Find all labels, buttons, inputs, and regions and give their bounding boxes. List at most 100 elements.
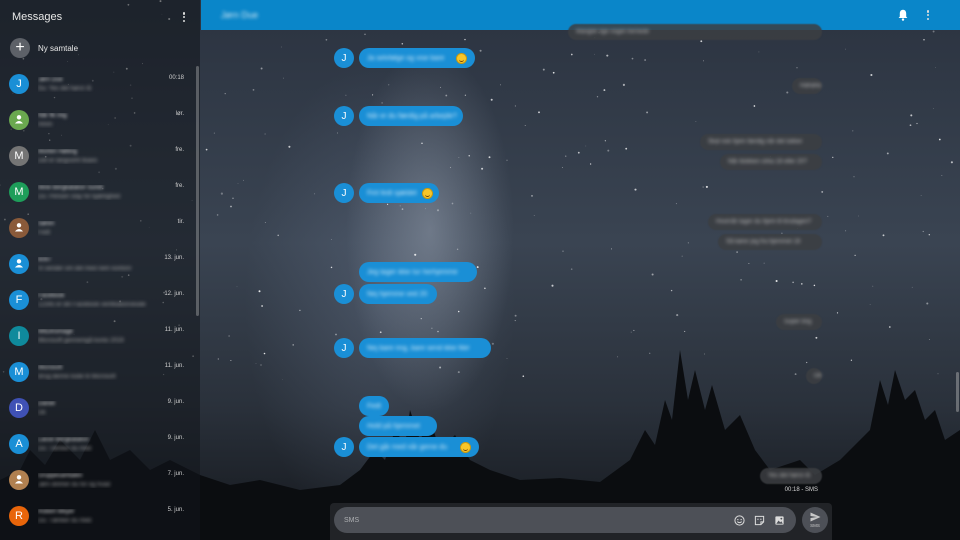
message-text: Det går med når gerne du <box>367 443 448 451</box>
conversation-date: fre. <box>175 147 184 153</box>
image-icon[interactable] <box>774 515 785 526</box>
conversation-text: 6097 Vi sender om det med nem kontonr <box>38 257 158 272</box>
conversation-item[interactable]: 6097 Vi sender om det med nem kontonr 13. … <box>0 246 196 282</box>
conversation-item[interactable]: Søren Fedt tir. <box>0 210 196 246</box>
sidebar-header: Messages <box>0 0 200 34</box>
conversation-date: 12. jun. <box>164 291 184 297</box>
thread-scrollbar[interactable] <box>956 372 959 412</box>
outgoing-message[interactable]: Super ting <box>776 314 822 330</box>
smiley-emoji-icon <box>456 52 467 64</box>
conversation-name: Jørn Due <box>38 76 63 83</box>
message-text: Yes det hørst rå <box>768 473 811 479</box>
sidebar-scrollbar[interactable] <box>196 66 199 316</box>
avatar: J <box>9 74 29 94</box>
conversation-date: 5. jun. <box>167 507 184 513</box>
conversation-item[interactable]: R Robert Meyer Du: Tænker du med 5. jun. <box>0 498 196 534</box>
conversation-sidebar: Messages + Ny samtale J Jørn Due Du: Yes d… <box>0 0 200 540</box>
sidebar-menu-icon[interactable] <box>178 10 190 24</box>
conversation-snippet: Jørn dinmer du for og hvad <box>38 481 111 488</box>
incoming-message[interactable]: Jeg tager ikke tur herhjemme <box>359 262 477 282</box>
message-input[interactable] <box>344 516 724 524</box>
avatar: A <box>9 434 29 454</box>
conversation-item[interactable]: Gruppesamtalen Jørn dinmer du for og hvad… <box>0 462 196 498</box>
avatar-initial: I <box>17 330 21 342</box>
conversation-snippet: Du: Pensen stay for kjærlighed <box>38 193 121 200</box>
contact-avatar[interactable]: J <box>334 48 354 68</box>
avatar-initial: A <box>15 438 23 450</box>
incoming-message[interactable]: Fint fedt sjældet <box>359 183 439 203</box>
avatar: M <box>9 362 29 382</box>
conversation-item[interactable]: J Jørn Due Du: Yes det hørst rå 00:18 <box>0 66 196 102</box>
conversation-item[interactable]: A Lasse Bergkatalisn Du: Tænker du med 9. j… <box>0 426 196 462</box>
conversation-date: 11. jun. <box>164 327 184 333</box>
incoming-message[interactable]: Nej bare ring, bare send ikke filer <box>359 338 491 358</box>
avatar-initial: D <box>15 402 23 414</box>
conversation-text: Jørn Due Du: Yes det hørst rå <box>38 77 158 92</box>
notification-bell-icon[interactable] <box>898 9 908 21</box>
conversation-item[interactable]: F Facebook 12345 er din Facebook verifikat… <box>0 282 196 318</box>
conversation-text: Søren Fedt <box>38 221 158 236</box>
message-text: Nej bare ring, bare send ikke filer <box>367 344 470 352</box>
avatar-initial: R <box>15 510 23 522</box>
outgoing-message[interactable]: Hvornår tager du hjem til tirsdagen? <box>708 214 822 230</box>
avatar: M <box>9 182 29 202</box>
compose-box <box>334 507 796 533</box>
incoming-message[interactable]: Hold på hjemmet <box>359 416 437 436</box>
incoming-message[interactable]: Fedt <box>359 396 389 416</box>
incoming-message[interactable]: Nej hjemme ved 20 <box>359 284 437 304</box>
conversation-item[interactable]: D Daniel Ok 9. jun. <box>0 390 196 426</box>
conversation-item[interactable]: Når fik mig Hmm lør. <box>0 102 196 138</box>
incoming-message[interactable]: Ja selvfølge og vise bare <box>359 48 475 68</box>
outgoing-message[interactable]: Når klokken cirka 18 eller 20? <box>720 154 822 170</box>
send-button[interactable]: SMS <box>802 507 828 533</box>
avatar <box>9 218 29 238</box>
incoming-message[interactable]: Det går med når gerne du <box>359 437 479 457</box>
outgoing-message[interactable]: Mangler lige noget hernede <box>568 24 822 40</box>
new-conversation-button[interactable]: + Ny samtale <box>0 34 200 62</box>
conversation-item[interactable]: I MitDinsmage Microsoft gennemgå konto 201… <box>0 318 196 354</box>
incoming-message[interactable]: Når er du færdig på arbejde? <box>359 106 463 126</box>
conversation-snippet: Ok <box>38 409 46 416</box>
conversation-date: 7. jun. <box>167 471 184 477</box>
outgoing-message[interactable]: Skal nok hjem færdig når det lukker <box>700 134 822 150</box>
avatar-initial: M <box>14 186 24 198</box>
send-label: SMS <box>810 523 820 528</box>
contact-avatar[interactable]: J <box>334 338 354 358</box>
conversation-date: 9. jun. <box>167 435 184 441</box>
conversation-snippet: Vi sender om det med nem kontonr <box>38 265 132 272</box>
conversation-text: MitDinsmage Microsoft gennemgå konto 2019 <box>38 329 158 344</box>
avatar: D <box>9 398 29 418</box>
conversation-item[interactable]: M Morten Hølling Det er langsomt tkaws fre. <box>0 138 196 174</box>
message-text: Fint fedt sjældet <box>367 189 417 197</box>
conversation-name: 6097 <box>38 256 52 263</box>
avatar: M <box>9 146 29 166</box>
conversation-text: Daniel Ok <box>38 401 158 416</box>
sticker-icon[interactable] <box>754 515 765 526</box>
message-text: Jeg tager ikke tur herhjemme <box>367 268 458 276</box>
conversation-item[interactable]: M Mine Bergkatalisn Sundt Du: Pensen stay … <box>0 174 196 210</box>
conversation-menu-icon[interactable] <box>922 8 934 22</box>
outgoing-message[interactable]: Så kører jeg fra hjemmet 18 <box>718 234 822 250</box>
contact-avatar[interactable]: J <box>334 284 354 304</box>
conversation-item[interactable]: M Microsoft Brug denne kode til Microsoft 1… <box>0 354 196 390</box>
outgoing-message[interactable]: Ok <box>806 368 822 384</box>
message-text: Super ting <box>784 319 812 325</box>
new-conversation-label: Ny samtale <box>38 43 79 53</box>
contact-avatar[interactable]: J <box>334 183 354 203</box>
conversation-text: Når fik mig Hmm <box>38 113 158 128</box>
person-icon <box>14 474 24 487</box>
app-title: Messages <box>12 11 63 23</box>
outgoing-message[interactable]: Hahaha <box>792 78 822 94</box>
contact-avatar[interactable]: J <box>334 106 354 126</box>
emoji-icon[interactable] <box>734 515 745 526</box>
conversation-name: MitDinsmage <box>38 328 74 335</box>
outgoing-message[interactable]: Yes det hørst rå <box>760 468 822 484</box>
message-thread: Mangler lige noget hernede Ja selvfølge o… <box>201 24 960 500</box>
contact-avatar[interactable]: J <box>334 437 354 457</box>
conversation-snippet: Brug denne kode til Microsoft <box>38 373 116 380</box>
conversation-date: tir. <box>177 219 184 225</box>
message-text: Hahaha <box>800 83 822 89</box>
conversation-snippet: Det er langsomt tkaws <box>38 157 98 164</box>
avatar-initial: M <box>14 150 24 162</box>
message-text: Mangler lige noget hernede <box>576 29 650 35</box>
